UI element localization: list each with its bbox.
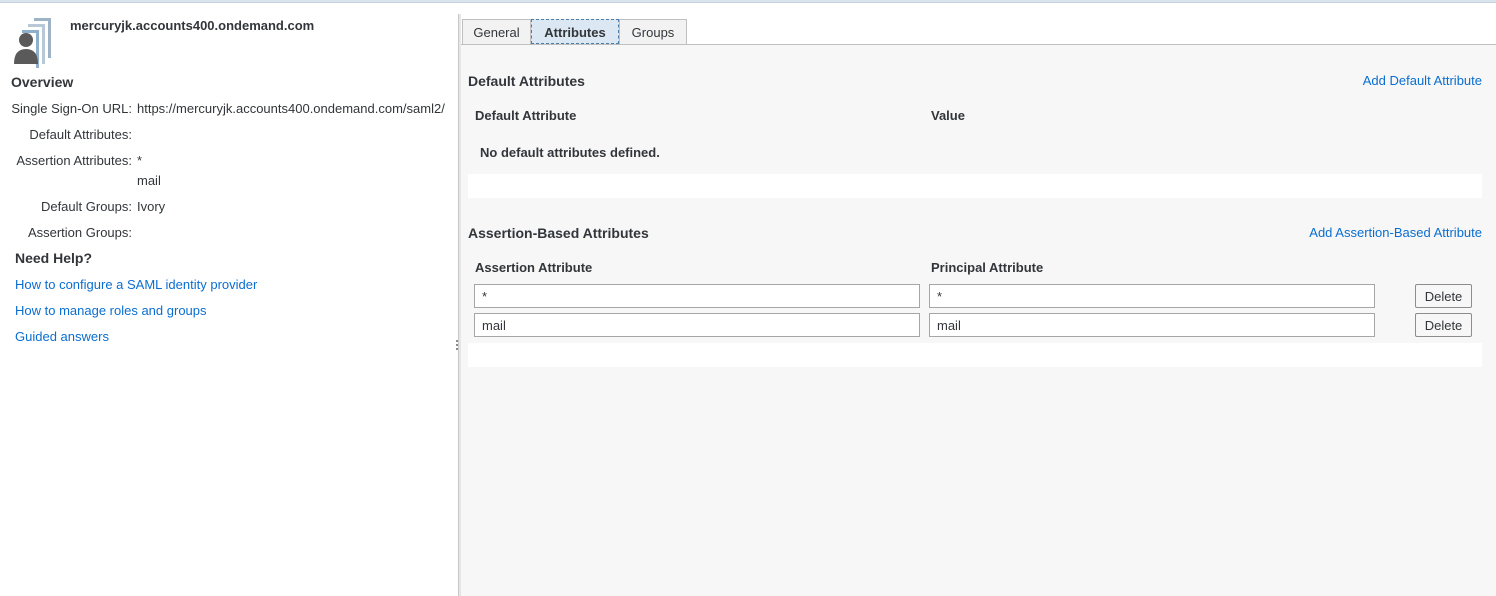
- assertion-attribute-input[interactable]: *: [474, 284, 920, 308]
- assertion-attribute-value: *: [137, 153, 143, 168]
- tab-general[interactable]: General: [462, 19, 531, 44]
- overview-title: Overview: [11, 74, 74, 90]
- principal-attribute-input[interactable]: mail: [929, 313, 1375, 337]
- overview-panel: mercuryjk.accounts400.ondemand.com Overv…: [0, 3, 456, 596]
- need-help-title: Need Help?: [15, 250, 93, 266]
- add-assertion-attribute-link[interactable]: Add Assertion-Based Attribute: [1309, 225, 1482, 240]
- identity-provider-host: mercuryjk.accounts400.ondemand.com: [70, 18, 315, 33]
- splitter-grip-icon[interactable]: [455, 340, 459, 352]
- attributes-content: Default Attributes Add Default Attribute…: [461, 44, 1496, 596]
- help-link-configure-saml[interactable]: How to configure a SAML identity provide…: [15, 277, 257, 292]
- assertion-attribute-input[interactable]: mail: [474, 313, 920, 337]
- default-attributes-label: Default Attributes:: [29, 127, 132, 142]
- default-groups-label: Default Groups:: [40, 199, 132, 214]
- col-assertion-attribute: Assertion Attribute: [475, 260, 593, 275]
- assertion-attributes-label: Assertion Attributes:: [16, 153, 132, 168]
- help-link-manage-roles[interactable]: How to manage roles and groups: [15, 303, 207, 318]
- col-default-attribute: Default Attribute: [475, 108, 577, 123]
- col-value: Value: [931, 108, 965, 123]
- user-avatar-icon: [12, 18, 64, 70]
- assertion-groups-label: Assertion Groups:: [27, 225, 132, 240]
- assertion-attribute-value: mail: [137, 173, 161, 188]
- help-link-guided-answers[interactable]: Guided answers: [15, 329, 109, 344]
- principal-attribute-input[interactable]: *: [929, 284, 1375, 308]
- no-default-attributes-message: No default attributes defined.: [480, 145, 660, 160]
- sso-url-label: Single Sign-On URL:: [11, 101, 132, 116]
- default-groups-value: Ivory: [137, 199, 166, 214]
- table-footer: [468, 174, 1482, 198]
- sso-url-value: https://mercuryjk.accounts400.ondemand.c…: [137, 101, 445, 116]
- table-footer: [468, 343, 1482, 367]
- col-principal-attribute: Principal Attribute: [931, 260, 1044, 275]
- default-attributes-title: Default Attributes: [468, 73, 585, 89]
- tab-attributes[interactable]: Attributes: [531, 19, 619, 44]
- add-default-attribute-link[interactable]: Add Default Attribute: [1363, 73, 1482, 88]
- delete-button[interactable]: Delete: [1415, 284, 1472, 308]
- delete-button[interactable]: Delete: [1415, 313, 1472, 337]
- assertion-attributes-title: Assertion-Based Attributes: [468, 225, 649, 241]
- tab-groups[interactable]: Groups: [619, 19, 687, 44]
